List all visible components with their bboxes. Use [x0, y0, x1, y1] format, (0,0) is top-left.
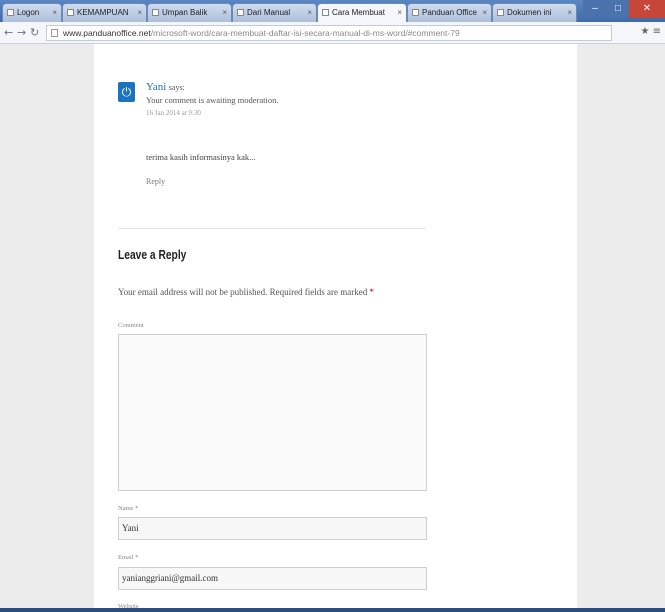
tab-label: Dokumen ini — [507, 8, 552, 17]
close-tab-icon[interactable]: × — [222, 8, 227, 17]
name-field[interactable]: Yani — [118, 517, 427, 540]
browser-tab[interactable]: Panduan Office × — [407, 3, 492, 22]
divider — [118, 228, 426, 229]
power-icon: ⏻ — [121, 85, 132, 99]
close-tab-icon[interactable]: × — [307, 8, 312, 17]
minimize-button[interactable]: – — [583, 0, 607, 18]
reload-icon[interactable]: ↻ — [30, 26, 39, 39]
address-bar[interactable]: www.panduanoffice.net/microsoft-word/car… — [46, 25, 612, 41]
email-field[interactable]: yanianggriani@gmail.com — [118, 567, 427, 590]
required-mark: * — [369, 287, 375, 297]
tab-label: Umpan Balik — [162, 8, 208, 17]
close-tab-icon[interactable]: × — [52, 8, 57, 17]
favicon-icon — [497, 9, 504, 16]
browser-tab[interactable]: Dokumen ini × — [492, 3, 577, 22]
page-viewport: ⏻ Yani says: Your comment is awaiting mo… — [0, 44, 665, 612]
reply-title: Leave a Reply — [118, 248, 187, 262]
close-tab-icon[interactable]: × — [137, 8, 142, 17]
browser-toolbar: ← → ↻ www.panduanoffice.net/microsoft-wo… — [0, 22, 665, 44]
favicon-icon — [237, 9, 244, 16]
close-tab-icon[interactable]: × — [482, 8, 487, 17]
favicon-icon — [322, 9, 329, 16]
browser-tab-active[interactable]: Cara Membuat × — [317, 3, 407, 22]
favicon-icon — [67, 9, 74, 16]
comment-notes: Your email address will not be published… — [118, 287, 374, 297]
favicon-icon — [412, 9, 419, 16]
email-label: Email * — [118, 554, 139, 561]
maximize-button[interactable]: □ — [607, 0, 629, 18]
moderation-notice: Your comment is awaiting moderation. — [146, 95, 279, 105]
favicon-icon — [7, 9, 14, 16]
close-tab-icon[interactable]: × — [567, 8, 572, 17]
tab-label: Dari Manual — [247, 8, 291, 17]
browser-tab[interactable]: Umpan Balik × — [147, 3, 232, 22]
avatar: ⏻ — [118, 82, 135, 102]
notes-text: Your email address will not be published… — [118, 287, 368, 297]
menu-icon[interactable]: ★ ≡ — [640, 26, 661, 37]
os-taskbar — [0, 608, 665, 612]
tab-label: Logon — [17, 8, 40, 17]
url-path: /microsoft-word/cara-membuat-daftar-isi-… — [150, 28, 460, 38]
comment-textarea[interactable] — [118, 334, 427, 491]
browser-tab-strip: Logon × KEMAMPUAN × Umpan Balik × Dari M… — [0, 0, 665, 22]
comment-date[interactable]: 16 Jan 2014 at 9:30 — [146, 109, 201, 117]
browser-tab[interactable]: Dari Manual × — [232, 3, 317, 22]
close-window-button[interactable]: ✕ — [629, 0, 665, 18]
close-tab-icon[interactable]: × — [397, 8, 402, 17]
favicon-icon — [152, 9, 159, 16]
forward-icon[interactable]: → — [17, 26, 26, 39]
name-label: Name * — [118, 505, 139, 512]
page-icon — [51, 29, 58, 37]
back-icon[interactable]: ← — [4, 26, 13, 39]
author-name[interactable]: Yani — [146, 81, 166, 93]
comment-text: terima kasih informasinya kak... — [146, 152, 256, 162]
url-host: www.panduanoffice.net — [63, 28, 151, 38]
browser-tab[interactable]: Logon × — [2, 3, 62, 22]
comment-author: Yani says: — [146, 81, 185, 93]
tab-label: Panduan Office — [422, 8, 478, 17]
comment-label: Comment — [118, 322, 144, 329]
tab-label: KEMAMPUAN — [77, 8, 129, 17]
tab-label: Cara Membuat — [332, 8, 385, 17]
browser-tab[interactable]: KEMAMPUAN × — [62, 3, 147, 22]
article-content: ⏻ Yani says: Your comment is awaiting mo… — [94, 44, 577, 612]
author-says: says: — [168, 83, 185, 92]
reply-link[interactable]: Reply — [146, 177, 165, 186]
